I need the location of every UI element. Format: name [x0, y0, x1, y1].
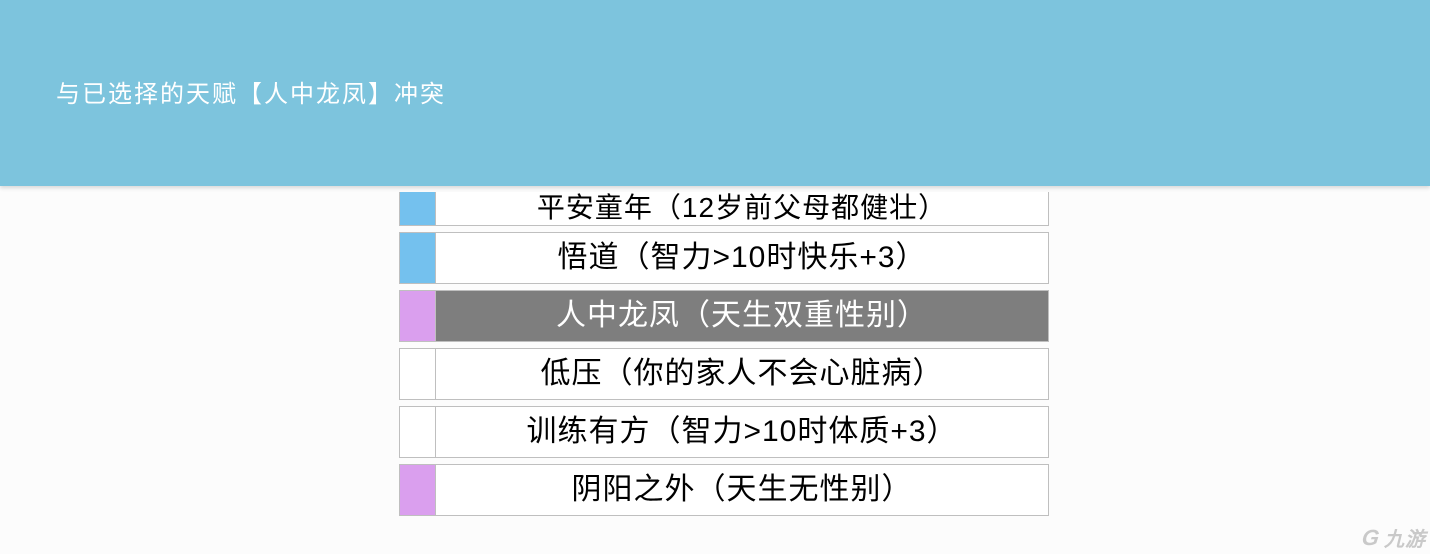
talent-label: 阴阳之外（天生无性别）	[436, 465, 1048, 515]
talent-row-selected[interactable]: 人中龙凤（天生双重性别）	[399, 290, 1049, 342]
watermark-logo-icon: G	[1360, 525, 1382, 551]
talent-label: 悟道（智力>10时快乐+3）	[436, 233, 1048, 283]
banner-message: 与已选择的天赋【人中龙凤】冲突	[56, 74, 446, 109]
talent-row[interactable]: 低压（你的家人不会心脏病）	[399, 348, 1049, 400]
watermark-text: 九游	[1384, 523, 1426, 552]
talent-list: 平安童年（12岁前父母都健壮） 悟道（智力>10时快乐+3） 人中龙凤（天生双重…	[399, 186, 1049, 522]
rarity-tag-icon	[400, 465, 436, 515]
rarity-tag-icon	[400, 407, 436, 457]
watermark: G 九游	[1362, 523, 1426, 552]
talent-label: 训练有方（智力>10时体质+3）	[436, 407, 1048, 457]
rarity-tag-icon	[400, 233, 436, 283]
notification-banner: 与已选择的天赋【人中龙凤】冲突	[0, 0, 1430, 186]
talent-row[interactable]: 阴阳之外（天生无性别）	[399, 464, 1049, 516]
talent-row[interactable]: 悟道（智力>10时快乐+3）	[399, 232, 1049, 284]
rarity-tag-icon	[400, 349, 436, 399]
rarity-tag-icon	[400, 291, 436, 341]
rarity-tag-icon	[400, 192, 436, 225]
talent-label: 低压（你的家人不会心脏病）	[436, 349, 1048, 399]
talent-row[interactable]: 训练有方（智力>10时体质+3）	[399, 406, 1049, 458]
talent-label: 平安童年（12岁前父母都健壮）	[436, 192, 1048, 225]
talent-row[interactable]: 平安童年（12岁前父母都健壮）	[399, 192, 1049, 226]
talent-label: 人中龙凤（天生双重性别）	[436, 291, 1048, 341]
